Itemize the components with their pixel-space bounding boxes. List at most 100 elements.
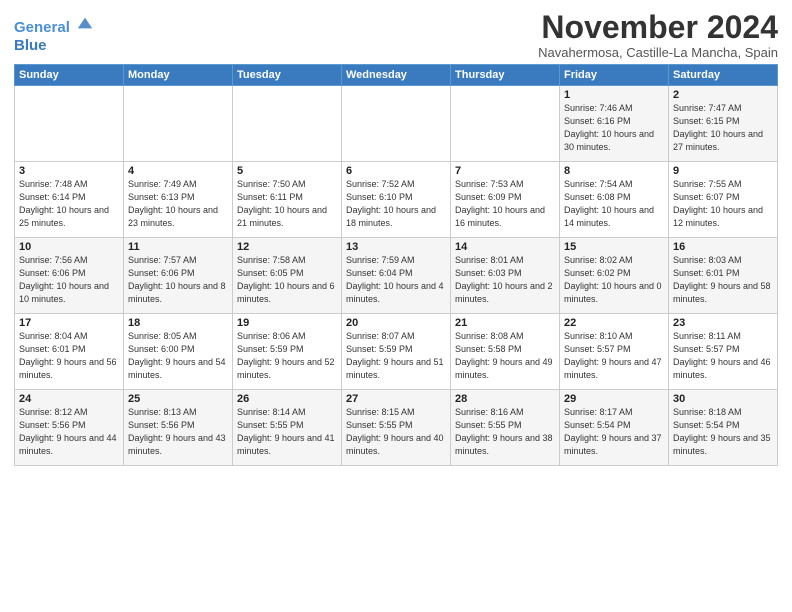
calendar-cell: 9Sunrise: 7:55 AM Sunset: 6:07 PM Daylig… [669,162,778,238]
header: General Blue November 2024 Navahermosa, … [14,10,778,60]
calendar-cell: 13Sunrise: 7:59 AM Sunset: 6:04 PM Dayli… [342,238,451,314]
day-number: 14 [455,241,555,253]
day-info: Sunrise: 8:16 AM Sunset: 5:55 PM Dayligh… [455,406,555,458]
day-info: Sunrise: 8:11 AM Sunset: 5:57 PM Dayligh… [673,330,773,382]
weekday-header-friday: Friday [560,65,669,86]
day-info: Sunrise: 8:04 AM Sunset: 6:01 PM Dayligh… [19,330,119,382]
day-info: Sunrise: 7:58 AM Sunset: 6:05 PM Dayligh… [237,254,337,306]
weekday-header-monday: Monday [124,65,233,86]
calendar-cell: 10Sunrise: 7:56 AM Sunset: 6:06 PM Dayli… [15,238,124,314]
day-number: 6 [346,165,446,177]
calendar-cell: 28Sunrise: 8:16 AM Sunset: 5:55 PM Dayli… [451,390,560,466]
day-info: Sunrise: 8:12 AM Sunset: 5:56 PM Dayligh… [19,406,119,458]
weekday-header-thursday: Thursday [451,65,560,86]
day-info: Sunrise: 8:14 AM Sunset: 5:55 PM Dayligh… [237,406,337,458]
day-number: 21 [455,317,555,329]
day-number: 22 [564,317,664,329]
day-number: 15 [564,241,664,253]
calendar-cell: 25Sunrise: 8:13 AM Sunset: 5:56 PM Dayli… [124,390,233,466]
day-info: Sunrise: 7:48 AM Sunset: 6:14 PM Dayligh… [19,178,119,230]
day-info: Sunrise: 8:18 AM Sunset: 5:54 PM Dayligh… [673,406,773,458]
day-info: Sunrise: 7:53 AM Sunset: 6:09 PM Dayligh… [455,178,555,230]
day-number: 23 [673,317,773,329]
calendar-cell: 20Sunrise: 8:07 AM Sunset: 5:59 PM Dayli… [342,314,451,390]
logo-icon [76,14,94,32]
calendar-cell [15,86,124,162]
calendar-cell: 1Sunrise: 7:46 AM Sunset: 6:16 PM Daylig… [560,86,669,162]
day-number: 4 [128,165,228,177]
calendar-cell: 18Sunrise: 8:05 AM Sunset: 6:00 PM Dayli… [124,314,233,390]
calendar-cell: 14Sunrise: 8:01 AM Sunset: 6:03 PM Dayli… [451,238,560,314]
day-info: Sunrise: 8:08 AM Sunset: 5:58 PM Dayligh… [455,330,555,382]
day-info: Sunrise: 8:01 AM Sunset: 6:03 PM Dayligh… [455,254,555,306]
day-info: Sunrise: 7:56 AM Sunset: 6:06 PM Dayligh… [19,254,119,306]
logo-blue: Blue [14,37,94,55]
weekday-header-saturday: Saturday [669,65,778,86]
day-number: 27 [346,393,446,405]
day-number: 1 [564,89,664,101]
calendar-cell: 21Sunrise: 8:08 AM Sunset: 5:58 PM Dayli… [451,314,560,390]
calendar-cell: 22Sunrise: 8:10 AM Sunset: 5:57 PM Dayli… [560,314,669,390]
day-number: 2 [673,89,773,101]
day-info: Sunrise: 7:55 AM Sunset: 6:07 PM Dayligh… [673,178,773,230]
day-info: Sunrise: 8:02 AM Sunset: 6:02 PM Dayligh… [564,254,664,306]
weekday-header-wednesday: Wednesday [342,65,451,86]
day-info: Sunrise: 7:47 AM Sunset: 6:15 PM Dayligh… [673,102,773,154]
day-info: Sunrise: 8:15 AM Sunset: 5:55 PM Dayligh… [346,406,446,458]
calendar-cell: 5Sunrise: 7:50 AM Sunset: 6:11 PM Daylig… [233,162,342,238]
calendar-cell: 23Sunrise: 8:11 AM Sunset: 5:57 PM Dayli… [669,314,778,390]
day-info: Sunrise: 8:13 AM Sunset: 5:56 PM Dayligh… [128,406,228,458]
day-info: Sunrise: 7:50 AM Sunset: 6:11 PM Dayligh… [237,178,337,230]
calendar-cell [451,86,560,162]
day-info: Sunrise: 8:07 AM Sunset: 5:59 PM Dayligh… [346,330,446,382]
logo-general: General [14,19,70,36]
page-container: General Blue November 2024 Navahermosa, … [0,0,792,472]
day-number: 13 [346,241,446,253]
day-info: Sunrise: 7:49 AM Sunset: 6:13 PM Dayligh… [128,178,228,230]
calendar-cell: 4Sunrise: 7:49 AM Sunset: 6:13 PM Daylig… [124,162,233,238]
day-number: 17 [19,317,119,329]
day-number: 10 [19,241,119,253]
calendar-cell: 8Sunrise: 7:54 AM Sunset: 6:08 PM Daylig… [560,162,669,238]
calendar-cell: 26Sunrise: 8:14 AM Sunset: 5:55 PM Dayli… [233,390,342,466]
day-number: 5 [237,165,337,177]
calendar-cell: 27Sunrise: 8:15 AM Sunset: 5:55 PM Dayli… [342,390,451,466]
day-number: 8 [564,165,664,177]
calendar-cell [342,86,451,162]
calendar-cell: 17Sunrise: 8:04 AM Sunset: 6:01 PM Dayli… [15,314,124,390]
logo-text: General [14,14,94,37]
day-number: 9 [673,165,773,177]
weekday-header-sunday: Sunday [15,65,124,86]
day-number: 16 [673,241,773,253]
calendar-table: SundayMondayTuesdayWednesdayThursdayFrid… [14,64,778,466]
day-number: 3 [19,165,119,177]
calendar-cell: 30Sunrise: 8:18 AM Sunset: 5:54 PM Dayli… [669,390,778,466]
day-info: Sunrise: 8:03 AM Sunset: 6:01 PM Dayligh… [673,254,773,306]
title-area: November 2024 Navahermosa, Castille-La M… [538,10,778,60]
calendar-cell [124,86,233,162]
calendar-cell [233,86,342,162]
day-info: Sunrise: 7:46 AM Sunset: 6:16 PM Dayligh… [564,102,664,154]
calendar-cell: 6Sunrise: 7:52 AM Sunset: 6:10 PM Daylig… [342,162,451,238]
day-info: Sunrise: 8:05 AM Sunset: 6:00 PM Dayligh… [128,330,228,382]
day-info: Sunrise: 8:17 AM Sunset: 5:54 PM Dayligh… [564,406,664,458]
calendar-cell: 29Sunrise: 8:17 AM Sunset: 5:54 PM Dayli… [560,390,669,466]
weekday-header-tuesday: Tuesday [233,65,342,86]
day-info: Sunrise: 7:54 AM Sunset: 6:08 PM Dayligh… [564,178,664,230]
calendar-cell: 7Sunrise: 7:53 AM Sunset: 6:09 PM Daylig… [451,162,560,238]
day-info: Sunrise: 7:59 AM Sunset: 6:04 PM Dayligh… [346,254,446,306]
calendar-cell: 24Sunrise: 8:12 AM Sunset: 5:56 PM Dayli… [15,390,124,466]
month-title: November 2024 [538,10,778,45]
day-info: Sunrise: 8:10 AM Sunset: 5:57 PM Dayligh… [564,330,664,382]
day-number: 30 [673,393,773,405]
calendar-cell: 11Sunrise: 7:57 AM Sunset: 6:06 PM Dayli… [124,238,233,314]
day-number: 29 [564,393,664,405]
day-number: 26 [237,393,337,405]
day-info: Sunrise: 7:52 AM Sunset: 6:10 PM Dayligh… [346,178,446,230]
calendar-cell: 19Sunrise: 8:06 AM Sunset: 5:59 PM Dayli… [233,314,342,390]
day-info: Sunrise: 7:57 AM Sunset: 6:06 PM Dayligh… [128,254,228,306]
calendar-cell: 16Sunrise: 8:03 AM Sunset: 6:01 PM Dayli… [669,238,778,314]
day-number: 7 [455,165,555,177]
day-number: 19 [237,317,337,329]
day-number: 25 [128,393,228,405]
